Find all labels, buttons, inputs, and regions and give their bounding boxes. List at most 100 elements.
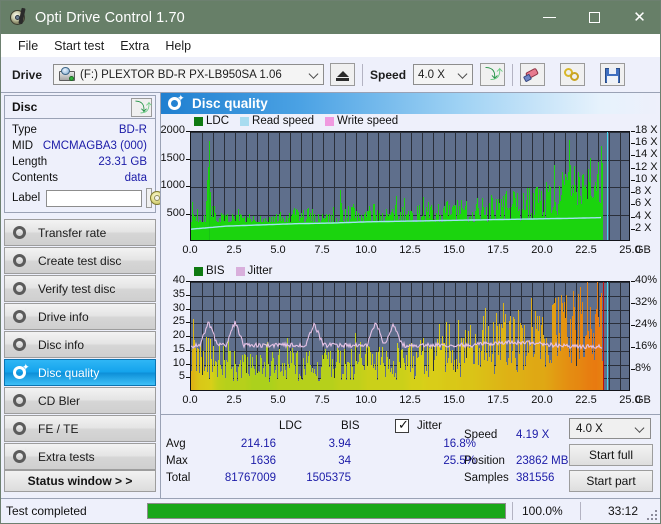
minimize-button[interactable] bbox=[527, 1, 572, 34]
plot-area[interactable] bbox=[190, 281, 630, 391]
toolbar: Drive (F:) PLEXTOR BD-R PX-LB950SA 1.06 … bbox=[1, 57, 660, 93]
y-tick-label: 25 bbox=[172, 315, 185, 328]
window-title: Opti Drive Control 1.70 bbox=[35, 9, 185, 26]
toolbar-divider bbox=[512, 63, 514, 86]
sidebar-item-extra-tests[interactable]: ✦ Extra tests bbox=[4, 443, 156, 470]
x-tick-label: 12.5 bbox=[399, 394, 421, 406]
x-tick-label: 7.5 bbox=[314, 244, 330, 256]
app-disc-icon bbox=[10, 7, 27, 26]
status-text: Test completed bbox=[6, 504, 87, 518]
y2-tick-label: 32% bbox=[635, 296, 658, 308]
jitter-checkbox[interactable]: ✓ bbox=[395, 418, 409, 433]
menu-file[interactable]: File bbox=[10, 36, 46, 56]
y-tick-label: 2000 bbox=[160, 124, 185, 136]
disc-test-icon: ✦ bbox=[12, 448, 30, 464]
x-axis-unit: GB bbox=[635, 244, 651, 256]
stats-position-label: Position bbox=[464, 455, 505, 467]
y2-tick-label: 4 X bbox=[635, 209, 652, 222]
disc-test-icon: ✦ bbox=[12, 280, 30, 296]
sidebar-item-disc-quality[interactable]: ✦ Disc quality bbox=[4, 359, 156, 386]
legend-label: BIS bbox=[206, 265, 225, 277]
cursor-line bbox=[607, 282, 608, 390]
y2-tick bbox=[631, 325, 635, 326]
disc-row-value: BD-R bbox=[118, 124, 147, 136]
menu-help[interactable]: Help bbox=[157, 36, 199, 56]
maximize-button[interactable] bbox=[572, 1, 617, 34]
eject-button[interactable] bbox=[330, 63, 356, 86]
x-tick-label: 12.5 bbox=[399, 244, 421, 256]
sidebar-item-fe-te[interactable]: ✦ FE / TE bbox=[4, 415, 156, 442]
y2-tick bbox=[631, 167, 635, 169]
disc-label-button[interactable] bbox=[146, 188, 165, 208]
y-tick bbox=[186, 158, 190, 160]
stats-col-ldc: LDC bbox=[279, 420, 303, 432]
x-tick-label: 7.5 bbox=[314, 394, 330, 406]
opti-drive-control-window: Opti Drive Control 1.70 ✕ File Start tes… bbox=[0, 0, 661, 524]
sidebar-item-label: Create test disc bbox=[38, 253, 122, 268]
x-tick-label: 22.5 bbox=[575, 394, 597, 406]
status-divider bbox=[512, 502, 513, 520]
y-tick bbox=[186, 213, 190, 215]
disc-row-contents: Contents data bbox=[5, 170, 155, 186]
legend-label: Write speed bbox=[337, 115, 399, 127]
tools-button[interactable] bbox=[560, 63, 586, 86]
test-speed-select[interactable]: 4.0 X bbox=[569, 418, 651, 439]
close-button[interactable]: ✕ bbox=[617, 1, 660, 34]
menu-start-test[interactable]: Start test bbox=[46, 36, 112, 56]
y-tick bbox=[186, 336, 190, 337]
y2-tick bbox=[631, 143, 635, 145]
y-tick bbox=[186, 281, 190, 282]
toolbar-divider bbox=[362, 63, 364, 86]
legend-item: Write speed bbox=[325, 115, 398, 127]
stats-bis-max: 34 bbox=[338, 455, 351, 467]
sidebar-item-drive-info[interactable]: ✦ Drive info bbox=[4, 303, 156, 330]
sidebar-item-transfer-rate[interactable]: ✦ Transfer rate bbox=[4, 219, 156, 246]
y2-tick-label: 16% bbox=[635, 340, 658, 352]
sidebar-item-label: Extra tests bbox=[38, 449, 95, 464]
ldc-chart: LDC Read speed Write speed 500 1000 1500 2000 2… bbox=[160, 114, 660, 264]
resize-grip[interactable] bbox=[645, 508, 657, 520]
x-tick-label: 17.5 bbox=[487, 244, 509, 256]
drive-select-value: (F:) PLEXTOR BD-R PX-LB950SA 1.06 bbox=[80, 68, 282, 81]
plot-area[interactable] bbox=[190, 131, 630, 241]
speed-label: Speed bbox=[370, 67, 407, 82]
sidebar-item-label: Disc quality bbox=[38, 365, 100, 380]
sidebar-item-label: Transfer rate bbox=[38, 225, 107, 240]
menu-extra[interactable]: Extra bbox=[112, 36, 157, 56]
y2-tick bbox=[631, 131, 635, 132]
sidebar-item-verify-test-disc[interactable]: ✦ Verify test disc bbox=[4, 275, 156, 302]
x-tick-label: 15.0 bbox=[443, 394, 465, 406]
y-tick bbox=[186, 363, 190, 365]
window-controls: ✕ bbox=[527, 1, 660, 34]
sidebar-item-cd-bler[interactable]: ✦ CD Bler bbox=[4, 387, 156, 414]
legend-item: LDC bbox=[194, 115, 229, 127]
sidebar-item-create-test-disc[interactable]: ✦ Create test disc bbox=[4, 247, 156, 274]
disc-row-key: MID bbox=[12, 140, 34, 152]
y2-tick-label: 24% bbox=[635, 318, 658, 330]
refresh-button[interactable]: ⤵ ⤴ bbox=[480, 63, 506, 86]
start-part-button[interactable]: Start part bbox=[569, 470, 653, 492]
y-tick bbox=[186, 349, 190, 351]
erase-button[interactable] bbox=[520, 63, 546, 86]
save-button[interactable] bbox=[600, 63, 626, 86]
chart-legend: BIS Jitter bbox=[194, 265, 279, 277]
y-tick-label: 35 bbox=[172, 287, 185, 300]
disc-refresh-button[interactable]: ⤵ ⤴ bbox=[131, 97, 152, 117]
jitter-line bbox=[191, 320, 603, 350]
y2-tick bbox=[631, 192, 635, 194]
x-tick-label: 0.0 bbox=[182, 394, 198, 406]
disc-row-value: data bbox=[124, 172, 147, 184]
start-full-button[interactable]: Start full bbox=[569, 444, 653, 466]
sidebar-item-disc-info[interactable]: ✦ Disc info bbox=[4, 331, 156, 358]
progress-bar-fill bbox=[148, 504, 505, 518]
label-input[interactable] bbox=[46, 189, 143, 207]
speed-select[interactable]: 4.0 X bbox=[413, 64, 474, 85]
status-window-button[interactable]: Status window > > bbox=[4, 470, 156, 492]
chevron-down-icon bbox=[308, 68, 319, 79]
chevron-down-icon bbox=[457, 68, 468, 79]
drive-icon bbox=[58, 67, 76, 82]
y-tick-label: 15 bbox=[172, 342, 185, 355]
x-tick-label: 20.0 bbox=[531, 394, 553, 406]
stats-row-avg: Avg bbox=[166, 438, 186, 450]
drive-select[interactable]: (F:) PLEXTOR BD-R PX-LB950SA 1.06 bbox=[53, 64, 325, 85]
